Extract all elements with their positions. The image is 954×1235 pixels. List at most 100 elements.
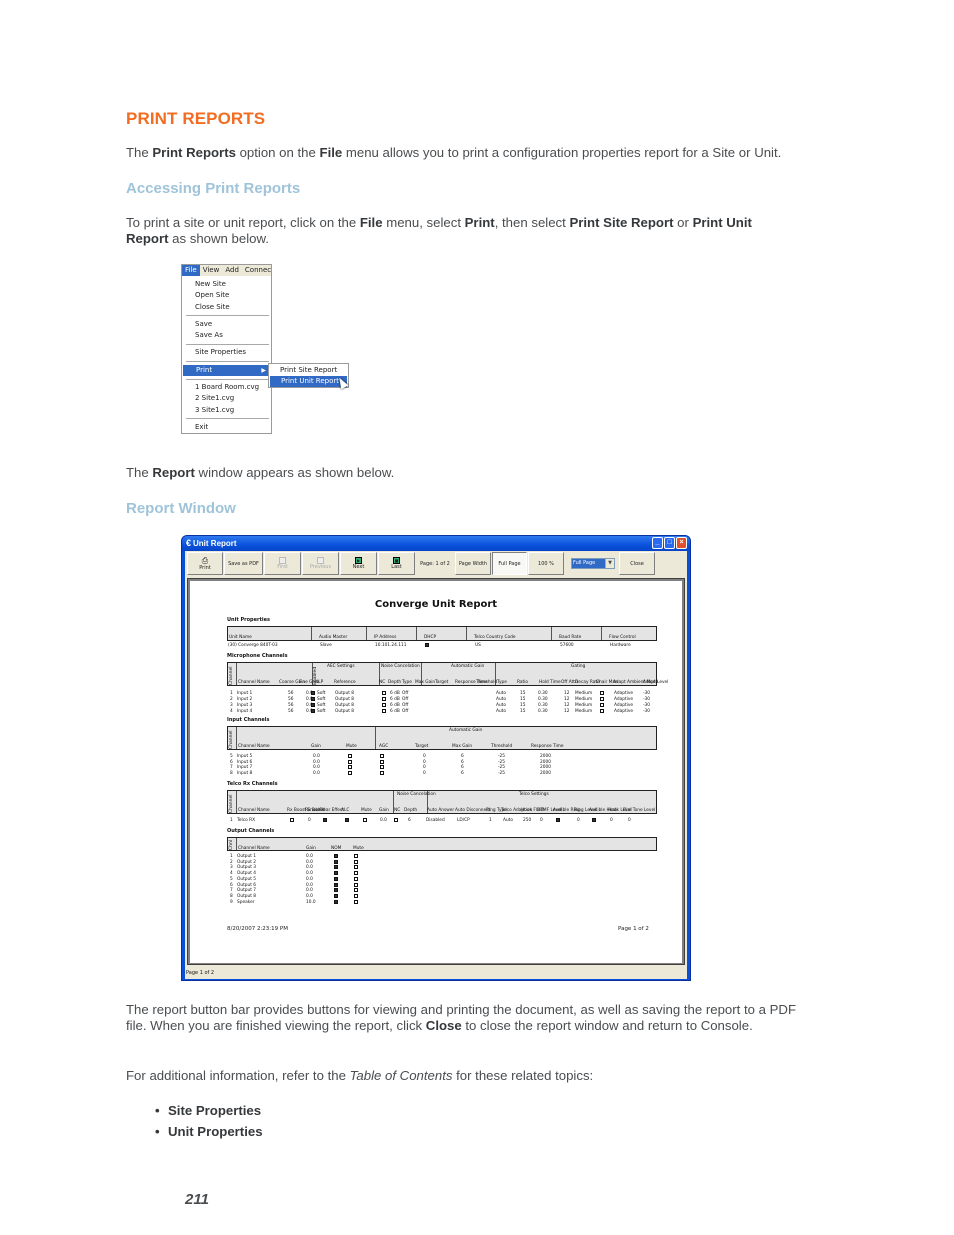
checkbox-unchecked-icon [348,754,352,758]
next-page-button[interactable]: ▶ Next [340,552,377,575]
microphone-channel-cell [600,703,604,709]
checkbox-unchecked-icon [348,759,352,764]
menu-item-save-as[interactable]: Save As [182,330,271,341]
microphone-channel-cell: Output 8 [335,697,355,702]
menu-item-close-site[interactable]: Close Site [182,302,271,313]
checkbox-unchecked-icon [380,770,384,775]
menu-item-print[interactable]: Print ▶ [183,364,270,377]
output-channel-cell [334,871,338,877]
checkbox-unchecked-icon [363,818,367,822]
checkbox-checked-icon [311,709,315,713]
checkbox-unchecked-icon [600,691,604,695]
report-toolbar: ⎙ Print Save as PDF First Previous ▶ Next … [187,552,656,575]
rotated-header-label: Channel [229,666,234,685]
microphone-channel-cell: 2 [230,697,233,702]
output-channel-cell [334,882,338,889]
checkbox-unchecked-icon [348,770,352,775]
checkbox-unchecked-icon [380,765,384,769]
microphone-channel-cell: 15 [520,691,526,696]
zoom-select[interactable]: Full Page ▼ [571,558,615,569]
microphone-channel-cell: Input 1 [237,691,253,696]
save-as-pdf-button[interactable]: Save as PDF [224,552,263,575]
first-page-button[interactable]: First [264,552,301,575]
menu-item-print-unit-report[interactable]: Print Unit Report [270,376,347,387]
unit-properties-value [425,643,429,649]
menu-item-open-site[interactable]: Open Site [182,290,271,301]
previous-page-button[interactable]: Previous [302,552,339,575]
menu-connect[interactable]: Connec [242,265,274,276]
checkbox-unchecked-icon [354,865,358,870]
close-button[interactable]: Close [619,552,655,575]
input-channel-cell: 0.0 [313,765,320,770]
microphone-channel-cell: 15 [520,703,526,708]
checkbox-checked-icon [334,899,338,904]
output-channel-cell [354,899,358,906]
menu-item-print-site-report[interactable]: Print Site Report [269,365,348,376]
column-divider [236,727,237,749]
related-topic-label: Site Properties [168,1103,262,1118]
input-channel-cell: 2000 [540,765,551,770]
group-header: AEC Settings [327,664,355,669]
input-channel-cell: -25 [498,770,506,776]
text: window appears as shown below. [194,465,395,480]
last-page-button[interactable]: ■ Last [378,552,415,575]
telco-channel-cell: 0 [628,818,631,823]
column-header: Target [435,680,449,685]
column-header: Type [402,680,412,685]
menu-item-recent-1[interactable]: 1 Board Room.cvg [182,382,271,393]
report-viewport[interactable]: Converge Unit Report Unit Properties Uni… [187,578,685,965]
menu-item-site-properties[interactable]: Site Properties [182,347,271,358]
menu-item-recent-2[interactable]: 2 Site1.cvg [182,393,271,404]
related-topic-item[interactable]: • Unit Properties [155,1124,263,1145]
output-channel-cell [334,876,338,883]
input-channel-cell: 0.0 [313,770,320,776]
checkbox-unchecked-icon [348,765,352,769]
checkbox-unchecked-icon [354,876,358,881]
input-channel-cell: 2000 [540,770,551,776]
telco-channel-cell [556,818,560,824]
menu-item-exit[interactable]: Exit [182,422,271,433]
column-header: Type [497,680,507,685]
input-channel-cell: 8 [230,770,233,776]
column-header: Mute [346,744,357,749]
maximize-button[interactable]: □ [664,537,675,549]
print-button[interactable]: ⎙ Print [187,552,223,575]
close-window-button[interactable]: × [676,537,687,549]
accessing-paragraph: To print a site or unit report, click on… [126,215,816,247]
menu-item-save[interactable]: Save [182,319,271,330]
button-label: Previous [309,564,332,570]
menu-file[interactable]: File [182,265,200,276]
bold-text: File [319,145,343,160]
input-channel-cell: 6 [461,759,464,765]
menu-add[interactable]: Add [222,265,242,276]
checkbox-checked-icon [334,882,338,887]
menu-item-recent-3[interactable]: 3 Site1.cvg [182,405,271,416]
column-header: Channel Name [238,744,270,749]
related-topic-item[interactable]: • Site Properties [155,1103,263,1124]
text: , then select [494,215,570,230]
menu-item-new-site[interactable]: New Site [182,279,271,290]
microphone-channel-cell [382,703,386,709]
input-channel-cell: -25 [498,765,506,770]
zoom-100-button[interactable]: 100 % [528,552,564,575]
telco-channel-cell: 0 [610,818,613,823]
telco-channel-cell: 1 [489,818,492,823]
menu-separator [186,378,269,380]
full-page-button[interactable]: Full Page [492,552,527,575]
column-header: Telco Country Code [474,635,516,640]
checkbox-checked-icon [592,818,596,822]
input-channel-cell: 6 [461,765,464,770]
input-channel-cell: Input 5 [237,754,253,759]
input-channels-header: Channel Automatic Gain Channel Name Gain Mut… [227,726,657,750]
microphone-channel-cell: 15 [520,709,526,714]
microphone-channel-cell: -30 [643,691,651,696]
menu-view[interactable]: View [200,265,223,276]
page-width-button[interactable]: Page Width [455,552,491,575]
minimize-button[interactable]: _ [652,537,663,549]
checkbox-checked-icon [334,865,338,870]
output-channel-cell [354,888,358,894]
column-header: Channel Name [238,808,270,813]
section-heading-report-window: Report Window [126,500,236,517]
unit-properties-value: US [475,643,481,648]
button-label: Next [352,564,365,570]
